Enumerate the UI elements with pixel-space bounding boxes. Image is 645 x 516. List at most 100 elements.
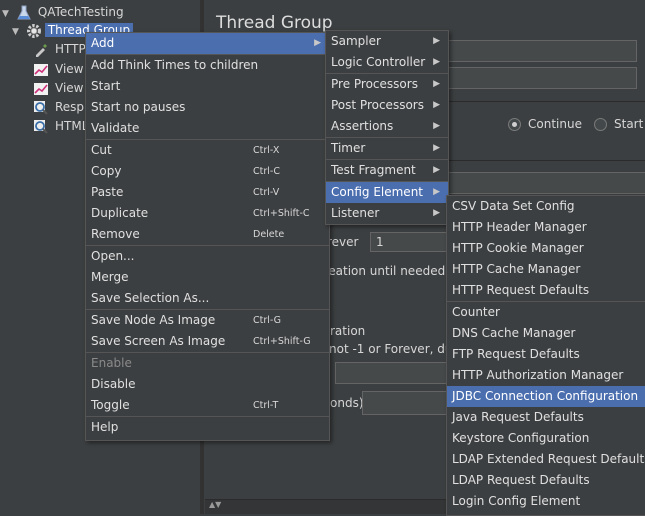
menu-item-label: Pre Processors	[331, 77, 418, 91]
menu-item-label: FTP Request Defaults	[452, 347, 580, 361]
menu-item-label: Cut	[91, 143, 112, 157]
config-menu-item-csv-data-set-config[interactable]: CSV Data Set Config	[447, 196, 645, 217]
submenu-arrow-icon: ▶	[433, 143, 440, 153]
add-menu-item-sampler[interactable]: Sampler ▶	[326, 31, 448, 52]
config-menu-item-http-cookie-manager[interactable]: HTTP Cookie Manager	[447, 238, 645, 259]
config-menu-item-java-request-defaults[interactable]: Java Request Defaults	[447, 407, 645, 428]
radio-start[interactable]	[594, 118, 607, 131]
context-menu-item-add[interactable]: Add ▶	[86, 33, 329, 54]
submenu-arrow-icon: ▶	[433, 100, 440, 110]
config-menu-item-http-header-manager[interactable]: HTTP Header Manager	[447, 217, 645, 238]
menu-item-label: Add Think Times to children	[91, 58, 259, 72]
menu-item-label: HTTP Cookie Manager	[452, 241, 584, 255]
add-menu-item-config-element[interactable]: Config Element ▶	[326, 182, 448, 203]
submenu-arrow-icon: ▶	[433, 121, 440, 131]
menu-item-label: Post Processors	[331, 98, 424, 112]
tree-node-html-assertion[interactable]: HTML	[33, 117, 91, 135]
menu-item-label: Test Fragment	[331, 163, 416, 177]
context-menu-item-open[interactable]: Open...	[86, 246, 329, 267]
submenu-arrow-icon: ▶	[433, 187, 440, 197]
config-menu-item-http-request-defaults[interactable]: HTTP Request Defaults	[447, 280, 645, 301]
tree-node-response-assertion[interactable]: Resp	[33, 98, 87, 116]
menu-item-label: Counter	[452, 305, 500, 319]
context-menu: Add ▶ Add Think Times to children Start Star…	[85, 32, 330, 441]
config-menu-item-dns-cache-manager[interactable]: DNS Cache Manager	[447, 323, 645, 344]
menu-item-label: Config Element	[331, 185, 423, 199]
config-menu-item-login-config-element[interactable]: Login Config Element	[447, 491, 645, 512]
menu-item-shortcut: Ctrl-G	[253, 315, 282, 326]
context-menu-item-save-selection-as[interactable]: Save Selection As...	[86, 288, 329, 309]
menu-item-label: DNS Cache Manager	[452, 326, 576, 340]
config-menu-item-ftp-request-defaults[interactable]: FTP Request Defaults	[447, 344, 645, 365]
menu-item-shortcut: Ctrl+Shift-C	[253, 208, 310, 219]
context-menu-item-paste[interactable]: Paste Ctrl-V	[86, 182, 329, 203]
expand-toggle-icon[interactable]: ▼	[2, 5, 12, 23]
menu-item-label: LDAP Request Defaults	[452, 473, 590, 487]
context-menu-item-start[interactable]: Start	[86, 76, 329, 97]
menu-item-label: Paste	[91, 185, 124, 199]
radio-start-label: Start	[614, 117, 644, 131]
context-menu-item-help[interactable]: Help	[86, 417, 329, 438]
context-menu-item-cut[interactable]: Cut Ctrl-X	[86, 140, 329, 161]
context-menu-item-remove[interactable]: Remove Delete	[86, 224, 329, 245]
context-menu-item-save-screen-as-image[interactable]: Save Screen As Image Ctrl+Shift-G	[86, 331, 329, 352]
duration-field[interactable]	[335, 362, 457, 384]
menu-item-label: HTTP Cache Manager	[452, 262, 581, 276]
add-menu-item-post-processors[interactable]: Post Processors ▶	[326, 95, 448, 116]
context-menu-item-merge[interactable]: Merge	[86, 267, 329, 288]
menu-item-label: Open...	[91, 249, 135, 263]
context-menu-item-enable: Enable	[86, 353, 329, 374]
duration-hint-label: not -1 or Forever, du	[329, 342, 453, 356]
tree-node-label: View	[55, 62, 84, 76]
config-menu-item-ldap-extended-request-defaults[interactable]: LDAP Extended Request Defaults	[447, 449, 645, 470]
tree-node-label: Resp	[55, 100, 85, 114]
submenu-arrow-icon: ▶	[433, 36, 440, 46]
menu-item-label: Listener	[331, 206, 380, 220]
pipette-icon	[36, 43, 47, 57]
menu-item-shortcut: Delete	[253, 229, 285, 240]
menu-item-label: Start no pauses	[91, 100, 186, 114]
add-menu-item-timer[interactable]: Timer ▶	[326, 138, 448, 159]
menu-item-label: Validate	[91, 121, 140, 135]
context-menu-item-toggle[interactable]: Toggle Ctrl-T	[86, 395, 329, 416]
context-menu-item-start-no-pauses[interactable]: Start no pauses	[86, 97, 329, 118]
context-menu-item-disable[interactable]: Disable	[86, 374, 329, 395]
startup-delay-field[interactable]	[362, 391, 454, 415]
expand-toggle-icon[interactable]: ▼	[12, 23, 22, 41]
menu-item-label: Disable	[91, 377, 136, 391]
config-menu-item-counter[interactable]: Counter	[447, 302, 645, 323]
graph-icon	[34, 82, 48, 95]
menu-item-label: Add	[91, 36, 115, 50]
menu-item-label: Keystore Configuration	[452, 431, 590, 445]
scroll-arrows-icon[interactable]: ▲▼	[209, 500, 221, 509]
add-menu-item-test-fragment[interactable]: Test Fragment ▶	[326, 160, 448, 181]
menu-item-label: Remove	[91, 227, 140, 241]
tree-node-test-plan[interactable]: ▼ QATechTesting	[2, 3, 127, 21]
context-menu-item-validate[interactable]: Validate	[86, 118, 329, 139]
config-menu-item-jdbc-connection-configuration[interactable]: JDBC Connection Configuration	[447, 386, 645, 407]
startup-delay-label: onds)	[330, 396, 364, 410]
menu-item-label: Merge	[91, 270, 129, 284]
context-menu-item-save-node-as-image[interactable]: Save Node As Image Ctrl-G	[86, 310, 329, 331]
menu-item-shortcut: Ctrl-V	[253, 187, 280, 198]
radio-continue[interactable]	[508, 118, 521, 131]
context-menu-item-add-think-times-to-children[interactable]: Add Think Times to children	[86, 55, 329, 76]
tree-node-http-request[interactable]: HTTP	[33, 40, 89, 58]
menu-item-label: Save Selection As...	[91, 291, 210, 305]
add-menu-item-logic-controller[interactable]: Logic Controller ▶	[326, 52, 448, 73]
config-menu-item-http-authorization-manager[interactable]: HTTP Authorization Manager	[447, 365, 645, 386]
menu-item-shortcut: Ctrl+Shift-G	[253, 336, 311, 347]
scheduler-section-label: ration	[330, 324, 366, 338]
add-menu-item-assertions[interactable]: Assertions ▶	[326, 116, 448, 137]
add-menu-item-pre-processors[interactable]: Pre Processors ▶	[326, 74, 448, 95]
menu-item-label: Start	[91, 79, 121, 93]
config-menu-item-http-cache-manager[interactable]: HTTP Cache Manager	[447, 259, 645, 280]
tree-node-view-results-1[interactable]: View	[33, 60, 86, 78]
tree-node-view-results-2[interactable]: View	[33, 79, 86, 97]
context-menu-item-duplicate[interactable]: Duplicate Ctrl+Shift-C	[86, 203, 329, 224]
radio-continue-label: Continue	[528, 117, 582, 131]
add-menu-item-listener[interactable]: Listener ▶	[326, 203, 448, 224]
config-menu-item-keystore-configuration[interactable]: Keystore Configuration	[447, 428, 645, 449]
config-menu-item-ldap-request-defaults[interactable]: LDAP Request Defaults	[447, 470, 645, 491]
context-menu-item-copy[interactable]: Copy Ctrl-C	[86, 161, 329, 182]
